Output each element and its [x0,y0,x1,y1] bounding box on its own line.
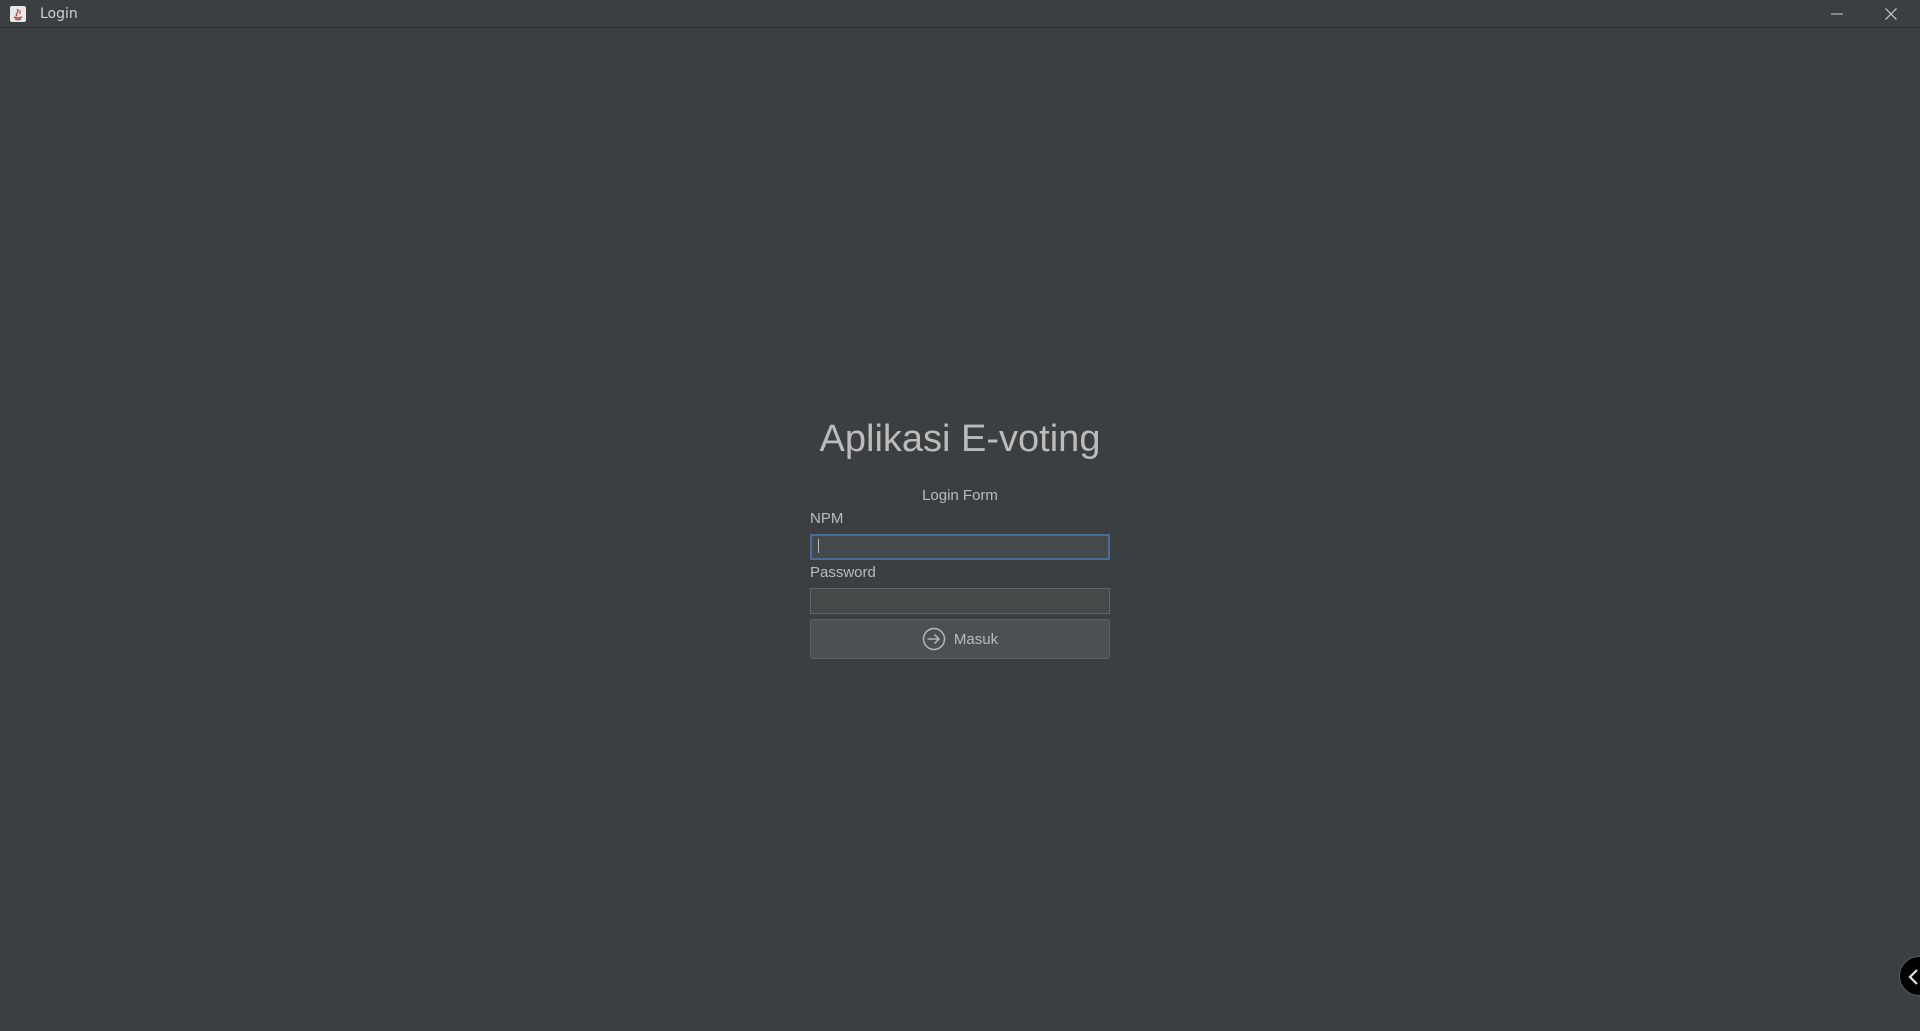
minimize-icon [1831,8,1843,20]
minimize-button[interactable] [1814,0,1860,28]
window-title: Login [40,6,78,22]
password-input[interactable] [810,588,1110,614]
npm-label: NPM [810,510,844,527]
login-button-label: Masuk [953,630,999,648]
app-title: Aplikasi E-voting [819,418,1101,460]
title-bar: Login [0,0,1920,28]
close-icon [1885,8,1897,20]
close-button[interactable] [1868,0,1914,28]
login-panel: Aplikasi E-voting Login Form NPM Passwor… [0,28,1920,1031]
login-button[interactable]: Masuk [810,619,1110,659]
sign-in-icon [922,627,946,651]
password-label: Password [810,564,876,581]
npm-input[interactable] [810,534,1110,560]
form-title: Login Form [922,487,998,504]
java-icon [9,5,27,23]
